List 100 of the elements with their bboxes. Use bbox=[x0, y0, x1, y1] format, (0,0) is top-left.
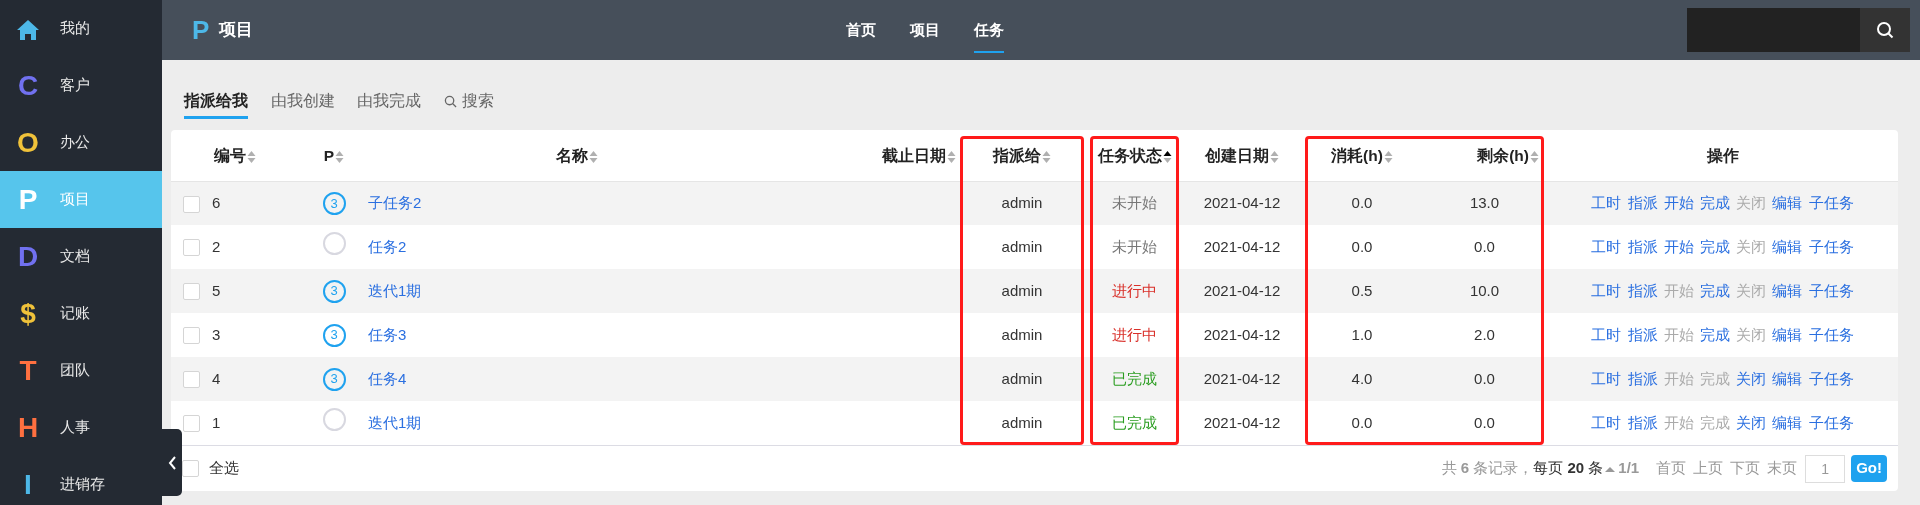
action-link[interactable]: 完成 bbox=[1700, 281, 1730, 299]
action-link[interactable]: 工时 bbox=[1591, 194, 1622, 211]
consumed-hours: 0.0 bbox=[1351, 237, 1373, 255]
action-link[interactable]: 开始 bbox=[1663, 194, 1694, 211]
row-checkbox[interactable] bbox=[182, 327, 200, 345]
remaining-hours: 13.0 bbox=[1469, 194, 1500, 211]
priority-badge: 3 bbox=[322, 323, 346, 347]
search-button[interactable] bbox=[1860, 8, 1910, 52]
search-icon bbox=[1876, 21, 1894, 39]
sidebar-label: 人事 bbox=[60, 417, 90, 438]
action-link[interactable]: 子任务 bbox=[1808, 194, 1854, 211]
row-checkbox[interactable] bbox=[182, 371, 200, 389]
action-link[interactable]: 完成 bbox=[1700, 237, 1730, 255]
column-header[interactable]: 剩余(h) bbox=[1477, 146, 1539, 164]
select-all-checkbox[interactable] bbox=[182, 460, 199, 477]
action-link[interactable]: 子任务 bbox=[1808, 237, 1854, 255]
action-link[interactable]: 编辑 bbox=[1772, 413, 1803, 431]
task-name-link[interactable]: 子任务2 bbox=[368, 194, 422, 211]
row-checkbox[interactable] bbox=[182, 195, 200, 213]
action-link[interactable]: 编辑 bbox=[1772, 281, 1803, 299]
action-link[interactable]: 子任务 bbox=[1808, 369, 1854, 387]
action-link: 开始 bbox=[1663, 369, 1694, 387]
column-header[interactable]: 创建日期 bbox=[1205, 146, 1279, 164]
task-id: 5 bbox=[212, 281, 221, 299]
action-link[interactable]: 指派 bbox=[1627, 325, 1658, 343]
remaining-hours: 0.0 bbox=[1474, 369, 1495, 387]
action-link[interactable]: 编辑 bbox=[1772, 369, 1803, 387]
tab[interactable]: 指派给我 bbox=[184, 89, 248, 119]
column-header[interactable]: 截止日期 bbox=[882, 146, 956, 164]
created-date: 2021-04-12 bbox=[1203, 413, 1281, 431]
row-checkbox[interactable] bbox=[182, 415, 200, 433]
action-link[interactable]: 开始 bbox=[1663, 237, 1694, 255]
action-link[interactable]: 关闭 bbox=[1736, 369, 1767, 387]
action-link[interactable]: 指派 bbox=[1627, 237, 1658, 255]
column-header[interactable]: P bbox=[323, 146, 345, 164]
action-link[interactable]: 指派 bbox=[1627, 413, 1658, 431]
action-link[interactable]: 完成 bbox=[1700, 325, 1730, 343]
tab[interactable]: 由我创建 bbox=[270, 89, 335, 119]
action-link: 开始 bbox=[1663, 281, 1694, 299]
action-link[interactable]: 子任务 bbox=[1808, 325, 1854, 343]
column-header[interactable]: 编号 bbox=[214, 146, 256, 164]
action-link[interactable]: 工时 bbox=[1591, 369, 1622, 387]
action-link: 关闭 bbox=[1736, 325, 1767, 343]
sidebar-item[interactable]: I 进销存 bbox=[0, 456, 162, 505]
tab[interactable]: 由我完成 bbox=[357, 89, 421, 119]
nav-link[interactable]: 项目 bbox=[910, 18, 941, 54]
action-link[interactable]: 编辑 bbox=[1772, 194, 1803, 211]
letter-icon: C bbox=[16, 73, 40, 98]
sidebar-label: 团队 bbox=[60, 360, 90, 381]
action-link[interactable]: 编辑 bbox=[1772, 325, 1803, 343]
sidebar-item[interactable]: C 客户 bbox=[0, 57, 162, 114]
created-date: 2021-04-12 bbox=[1203, 237, 1281, 255]
action-link: 开始 bbox=[1663, 413, 1694, 431]
consumed-hours: 4.0 bbox=[1351, 369, 1373, 387]
page-input[interactable]: 1 bbox=[1805, 454, 1846, 483]
sidebar-item[interactable]: H 人事 bbox=[0, 399, 162, 456]
action-link[interactable]: 工时 bbox=[1591, 281, 1622, 299]
collapse-button[interactable] bbox=[162, 429, 182, 496]
page-size-selector[interactable]: 每页 20 条 bbox=[1533, 457, 1616, 480]
logo-icon: P bbox=[192, 17, 210, 43]
action-link[interactable]: 工时 bbox=[1591, 413, 1622, 431]
column-header[interactable]: 任务状态 bbox=[1097, 146, 1172, 164]
go-button[interactable]: Go! bbox=[1851, 455, 1887, 482]
task-name-link[interactable]: 任务3 bbox=[368, 325, 407, 343]
column-header[interactable]: 名称 bbox=[556, 146, 598, 164]
action-link[interactable]: 编辑 bbox=[1772, 237, 1803, 255]
letter-icon: P bbox=[16, 187, 40, 212]
row-checkbox[interactable] bbox=[182, 239, 200, 257]
nav-link[interactable]: 任务 bbox=[974, 18, 1005, 54]
nav-link[interactable]: 首页 bbox=[846, 18, 877, 54]
sidebar-item[interactable]: $ 记账 bbox=[0, 285, 162, 342]
task-name-link[interactable]: 迭代1期 bbox=[368, 413, 422, 431]
action-link[interactable]: 子任务 bbox=[1808, 413, 1854, 431]
task-id: 3 bbox=[212, 325, 221, 343]
action-link[interactable]: 工时 bbox=[1591, 237, 1622, 255]
column-header[interactable]: 指派给 bbox=[993, 146, 1051, 164]
action-link[interactable]: 指派 bbox=[1627, 281, 1658, 299]
action-link[interactable]: 指派 bbox=[1627, 194, 1658, 211]
sidebar-item[interactable]: T 团队 bbox=[0, 342, 162, 399]
sidebar-item[interactable]: O 办公 bbox=[0, 114, 162, 171]
action-link[interactable]: 完成 bbox=[1700, 194, 1730, 211]
task-status: 未开始 bbox=[1112, 237, 1157, 255]
column-header[interactable]: 消耗(h) bbox=[1331, 146, 1393, 164]
action-link[interactable]: 工时 bbox=[1591, 325, 1622, 343]
assignee: admin bbox=[1001, 369, 1043, 387]
action-link[interactable]: 指派 bbox=[1627, 369, 1658, 387]
consumed-hours: 0.5 bbox=[1351, 281, 1373, 299]
task-name-link[interactable]: 任务4 bbox=[368, 369, 407, 387]
sidebar-item[interactable]: 我的 bbox=[0, 0, 162, 57]
action-link: 关闭 bbox=[1736, 281, 1767, 299]
action-link[interactable]: 子任务 bbox=[1808, 281, 1854, 299]
sidebar-item[interactable]: D 文档 bbox=[0, 228, 162, 285]
sidebar-label: 文档 bbox=[60, 246, 90, 267]
row-checkbox[interactable] bbox=[182, 283, 200, 301]
task-status: 已完成 bbox=[1112, 413, 1157, 431]
action-link[interactable]: 关闭 bbox=[1736, 413, 1767, 431]
task-name-link[interactable]: 迭代1期 bbox=[368, 281, 422, 299]
task-name-link[interactable]: 任务2 bbox=[368, 237, 407, 255]
priority-badge: 3 bbox=[322, 191, 346, 215]
tab[interactable]: 搜索 bbox=[443, 89, 494, 119]
